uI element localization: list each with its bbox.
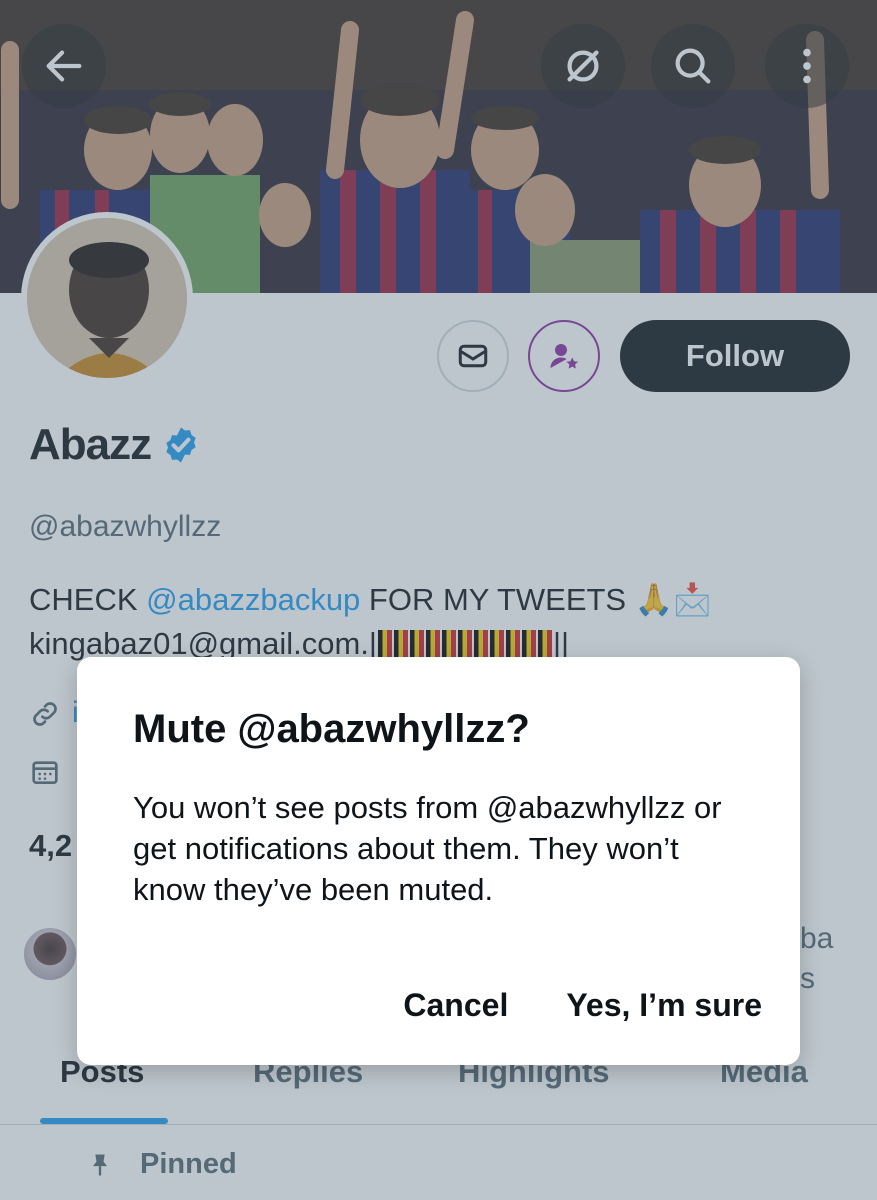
cancel-button[interactable]: Cancel [403, 987, 508, 1024]
dialog-actions: Cancel Yes, I’m sure [403, 987, 762, 1024]
mute-confirm-dialog: Mute @abazwhyllzz? You won’t see posts f… [77, 657, 800, 1065]
dialog-title: Mute @abazwhyllzz? [133, 707, 530, 751]
dialog-body: You won’t see posts from @abazwhyllzz or… [133, 790, 722, 907]
confirm-mute-button[interactable]: Yes, I’m sure [566, 987, 762, 1024]
profile-page: Follow Abazz @abazwhyllzz CHECK @abazzba… [0, 0, 877, 1200]
